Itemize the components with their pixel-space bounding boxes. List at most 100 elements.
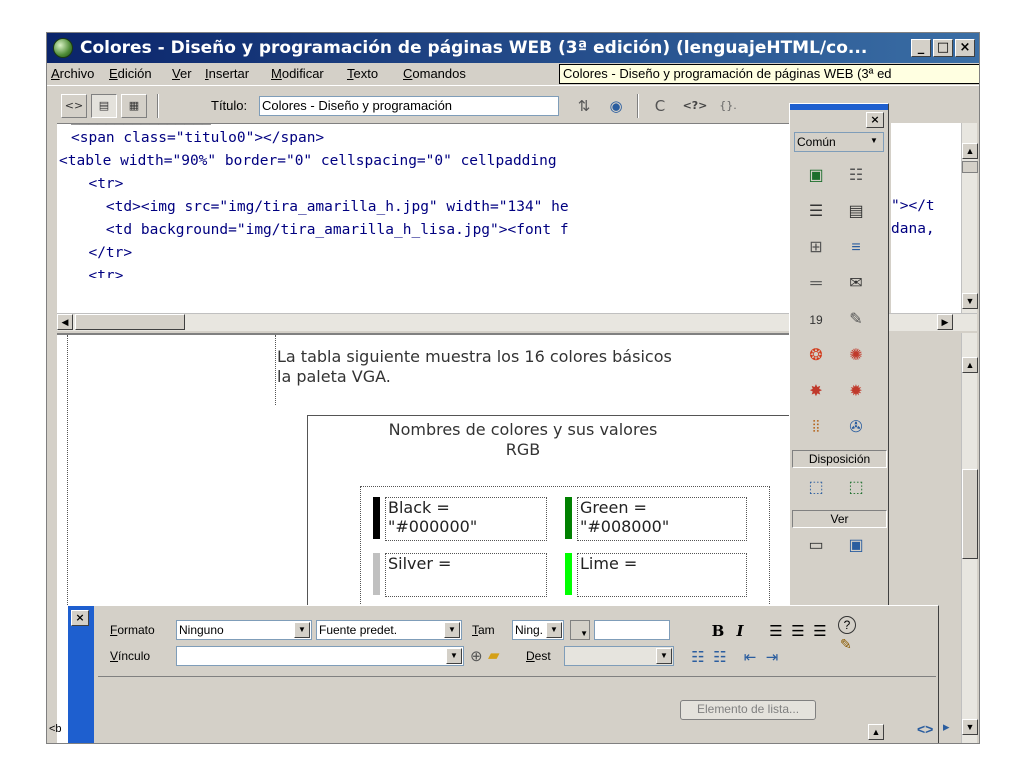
scroll-left-arrow-icon[interactable]: ◀ xyxy=(57,314,73,330)
color-swatch-black xyxy=(373,497,380,539)
outdent-button[interactable]: ⇤ xyxy=(740,646,760,666)
refresh-button[interactable]: C xyxy=(647,94,673,118)
scroll-up-arrow-icon[interactable]: ▲ xyxy=(962,357,978,373)
insert-flash-button-icon[interactable]: ✸ xyxy=(802,378,830,404)
insert-hr-icon[interactable]: ═ xyxy=(802,270,830,296)
tag-selector[interactable]: <b xyxy=(49,723,62,735)
insert-activex-icon[interactable]: ✇ xyxy=(842,414,870,440)
table-title-line2: RGB xyxy=(505,440,541,459)
indent-button[interactable]: ⇥ xyxy=(762,646,782,666)
menu-comandos[interactable]: Comandos xyxy=(403,63,466,85)
insert-comment-icon[interactable]: ✎ xyxy=(842,306,870,332)
menu-texto[interactable]: Texto xyxy=(347,63,378,85)
scrollbar-thumb[interactable] xyxy=(962,161,978,173)
file-management-button[interactable]: ⇅ xyxy=(571,94,597,118)
link-input[interactable]: ▼ xyxy=(176,646,464,666)
design-view-button[interactable]: ▦ xyxy=(121,94,147,118)
insert-flash-text-icon[interactable]: ✹ xyxy=(842,378,870,404)
intro-paragraph-line2: la paleta VGA. xyxy=(277,367,391,386)
maximize-button[interactable]: □ xyxy=(933,39,953,57)
insert-layer-icon[interactable]: ⊞ xyxy=(802,234,830,260)
size-select[interactable]: Ning. ▼ xyxy=(512,620,564,640)
table-border-line xyxy=(275,335,276,405)
scroll-down-arrow-icon[interactable]: ▼ xyxy=(962,719,978,735)
menu-modificar[interactable]: Modificar xyxy=(271,63,324,85)
align-left-icon: ☰ xyxy=(769,622,783,640)
scroll-right-arrow-icon[interactable]: ▶ xyxy=(937,314,953,330)
insert-rollover-icon[interactable]: ☷ xyxy=(842,162,870,188)
insert-shockwave-icon[interactable]: ✺ xyxy=(842,342,870,368)
insert-table-icon[interactable]: ☰ xyxy=(802,198,830,224)
menu-insertar[interactable]: Insertar xyxy=(205,63,249,85)
menu-ver[interactable]: Ver xyxy=(172,63,192,85)
hscroll-thumb[interactable] xyxy=(75,314,185,330)
split-view-button[interactable]: ▤ xyxy=(91,94,117,118)
design-vertical-scrollbar[interactable]: ▲ ▼ xyxy=(961,333,978,743)
code-line: <td background="img/tira_amarilla_h_lisa… xyxy=(71,222,569,238)
insert-plugin-icon[interactable]: ⦙⦙ xyxy=(802,414,830,440)
color-value: "#008000" xyxy=(580,517,670,536)
braces-button[interactable]: {}. xyxy=(715,94,741,118)
properties-close-button[interactable]: × xyxy=(71,610,89,626)
menu-edicion[interactable]: Edición xyxy=(109,63,152,85)
insert-flash-icon[interactable]: ❂ xyxy=(802,342,830,368)
code-view[interactable]: ▔▔▔▔▔▔▔▔▔▔▔▔▔▔▔▔ <span class="titulo0"><… xyxy=(57,123,833,313)
format-select[interactable]: Ninguno ▼ xyxy=(176,620,312,640)
code-inspector-icon[interactable]: <> xyxy=(917,721,933,737)
text-color-input[interactable] xyxy=(594,620,670,640)
standard-view-icon[interactable]: ▭ xyxy=(802,532,830,558)
close-button[interactable]: × xyxy=(955,39,975,57)
menu-archivo[interactable]: Archivo xyxy=(51,63,94,85)
insert-panel-close-button[interactable]: × xyxy=(866,112,884,128)
insert-image-icon[interactable]: ▣ xyxy=(802,162,830,188)
color-swatch-silver xyxy=(373,553,380,595)
layout-table-icon[interactable]: ⬚ xyxy=(802,474,830,500)
insert-category-select[interactable]: Común ▼ xyxy=(794,132,884,152)
quick-tag-editor-icon[interactable]: ✎ xyxy=(840,636,852,653)
panel-grip[interactable] xyxy=(790,104,888,110)
code-line-selected: <table width="90%" border="0" cellspacin… xyxy=(59,153,557,169)
align-left-button[interactable]: ☰ xyxy=(766,620,786,640)
code-view-button[interactable]: <> xyxy=(61,94,87,118)
layout-view-icon[interactable]: ▣ xyxy=(842,532,870,558)
preview-button[interactable]: ◉ xyxy=(603,94,629,118)
unordered-list-button[interactable]: ☷ xyxy=(688,646,708,666)
scrollbar-thumb[interactable] xyxy=(962,469,978,559)
code-line: <td><img src="img/tira_amarilla_h.jpg" w… xyxy=(71,199,569,215)
insert-date-icon[interactable]: 19 xyxy=(802,306,830,332)
minimize-button[interactable]: _ xyxy=(911,39,931,57)
scroll-up-arrow-icon[interactable]: ▲ xyxy=(962,143,978,159)
help-button[interactable]: ? xyxy=(838,616,856,634)
collapse-panel-arrow-icon[interactable]: ▲ xyxy=(868,724,884,740)
toolbar-separator-2 xyxy=(637,94,639,118)
code-vertical-scrollbar[interactable]: ▲ ▼ xyxy=(961,123,978,313)
numbered-list-icon: ☷ xyxy=(713,648,727,666)
properties-panel-grip[interactable]: × xyxy=(68,606,94,743)
target-select[interactable]: ▼ xyxy=(564,646,674,666)
target-label: Dest xyxy=(526,649,551,663)
italic-button[interactable]: I xyxy=(730,620,750,640)
ordered-list-button[interactable]: ☷ xyxy=(710,646,730,666)
text-color-picker[interactable]: ▼ xyxy=(570,620,590,640)
folder-icon[interactable]: ▰ xyxy=(488,646,500,664)
format-label: Formato xyxy=(110,623,155,637)
layout-cell-icon[interactable]: ⬚ xyxy=(842,474,870,500)
title-input[interactable]: Colores - Diseño y programación xyxy=(259,96,559,116)
bold-button[interactable]: B xyxy=(708,620,728,640)
align-right-button[interactable]: ☰ xyxy=(810,620,830,640)
insert-navbar-icon[interactable]: ≡ xyxy=(842,234,870,260)
scroll-down-arrow-icon[interactable]: ▼ xyxy=(962,293,978,309)
design-view-icon: ▦ xyxy=(128,99,140,112)
layout-section-label: Disposición xyxy=(792,450,887,468)
launcher-arrow-icon[interactable]: ▸ xyxy=(943,719,950,735)
font-select[interactable]: Fuente predet. ▼ xyxy=(316,620,462,640)
chevron-down-icon: ▼ xyxy=(656,648,672,664)
code-navigation-button[interactable]: <?> xyxy=(679,94,711,118)
list-item-button[interactable]: Elemento de lista... xyxy=(680,700,816,720)
insert-tabular-data-icon[interactable]: ▤ xyxy=(842,198,870,224)
align-center-button[interactable]: ☰ xyxy=(788,620,808,640)
app-window: Colores - Diseño y programación de págin… xyxy=(46,32,980,744)
point-to-file-icon[interactable]: ⊕ xyxy=(470,647,483,665)
insert-email-icon[interactable]: ✉ xyxy=(842,270,870,296)
title-bar[interactable]: Colores - Diseño y programación de págin… xyxy=(47,33,979,63)
